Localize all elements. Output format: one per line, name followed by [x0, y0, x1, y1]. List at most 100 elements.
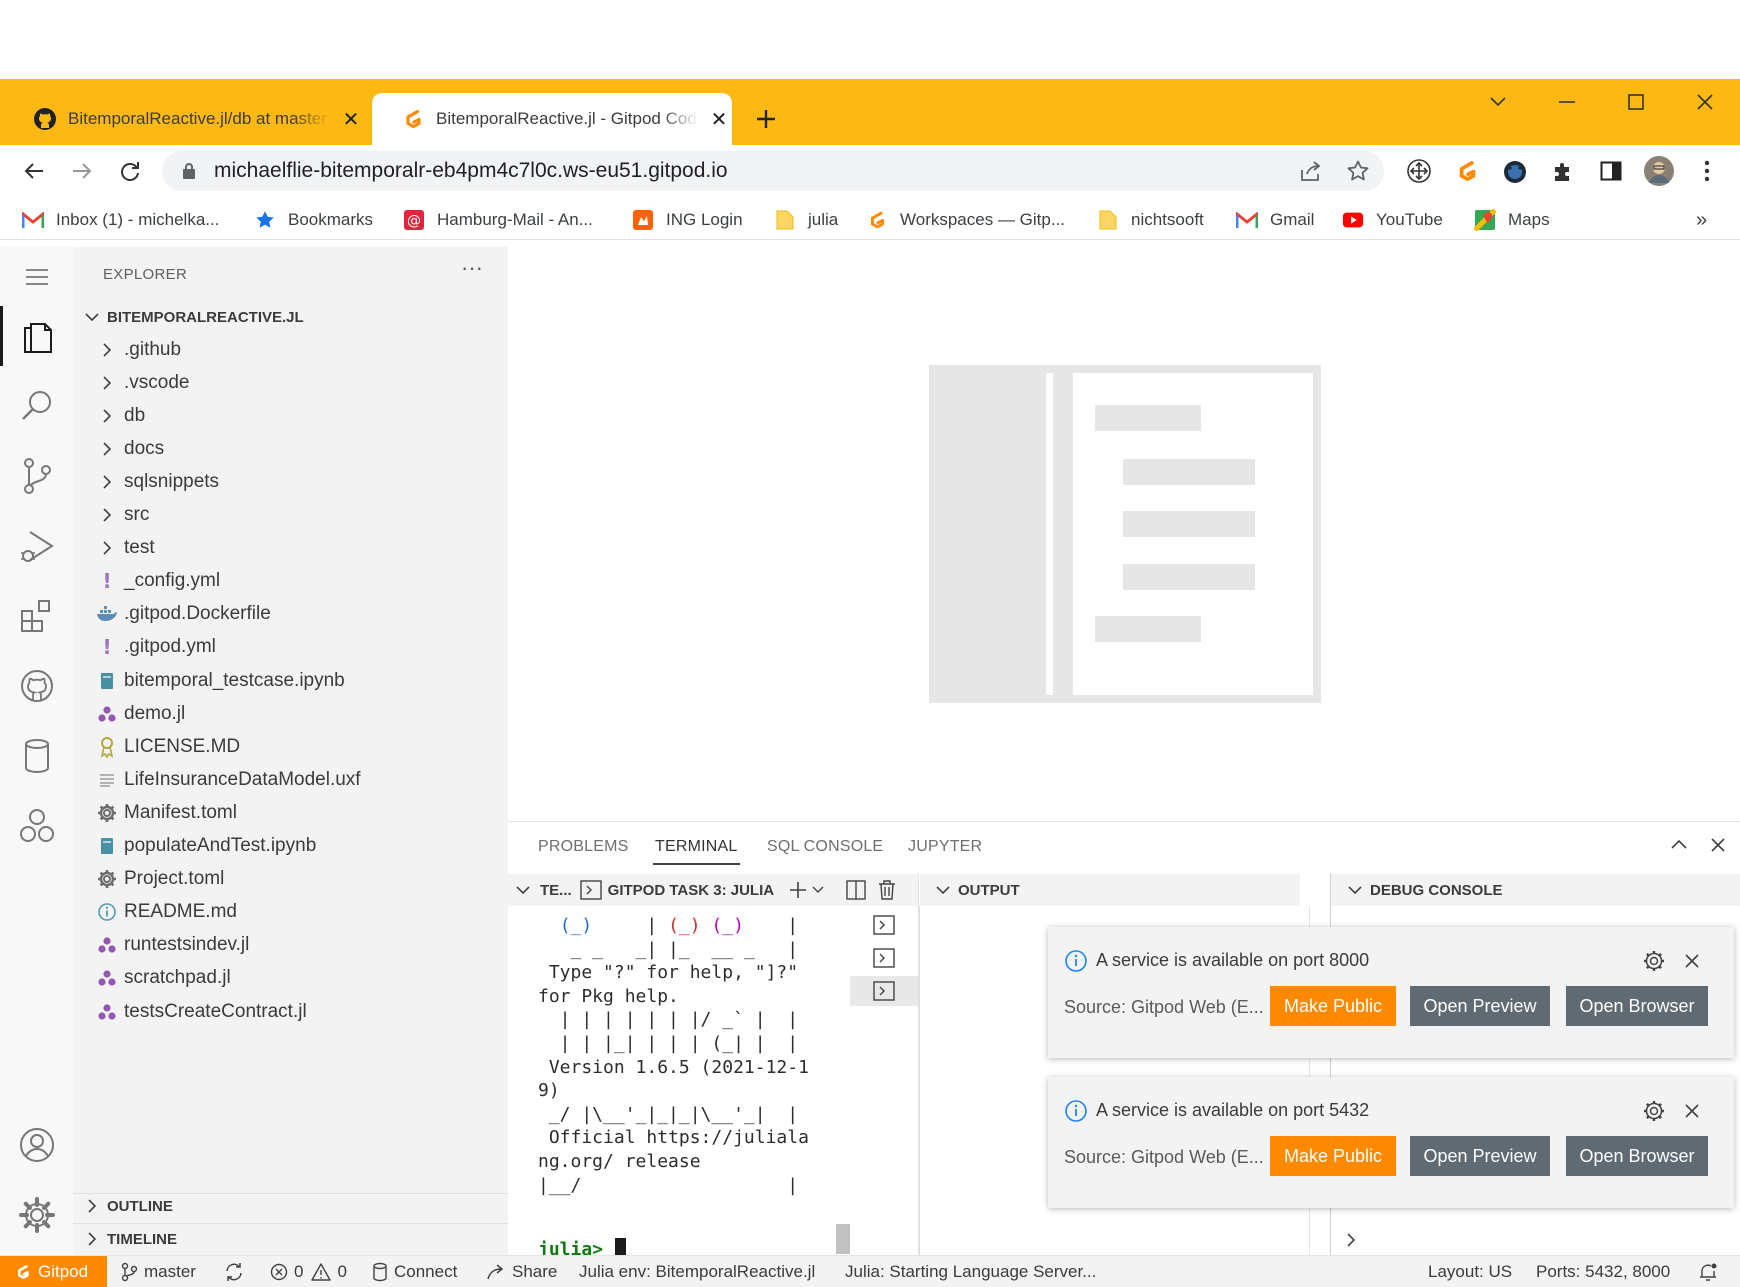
chevron-down-icon[interactable]	[516, 885, 536, 895]
forward-button[interactable]	[64, 153, 100, 189]
browser-tab-gitpod[interactable]: BitemporalReactive.jl - Gitpod Code ✕	[372, 93, 732, 145]
activity-extensions[interactable]	[0, 586, 73, 646]
dark-reader-icon[interactable]	[1499, 155, 1531, 187]
profile-avatar-icon[interactable]	[1643, 155, 1675, 187]
tree-folder[interactable]: sqlsnippets	[73, 465, 508, 498]
maximize-button[interactable]	[1618, 88, 1654, 116]
tree-file[interactable]: Project.toml	[73, 863, 508, 896]
outline-section-header[interactable]: OUTLINE	[73, 1191, 508, 1221]
bookmark-julia[interactable]: julia	[774, 207, 838, 233]
ports-status[interactable]: Ports: 5432, 8000	[1536, 1256, 1670, 1287]
sync-button[interactable]	[224, 1256, 250, 1287]
make-public-button[interactable]: Make Public	[1270, 986, 1396, 1026]
tree-folder[interactable]: .github	[73, 333, 508, 366]
close-window-button[interactable]	[1687, 88, 1723, 116]
terminal-task-label[interactable]: GITPOD TASK 3: JULIA	[608, 882, 774, 899]
back-button[interactable]	[16, 153, 52, 189]
timeline-section-header[interactable]: TIMELINE	[73, 1224, 508, 1254]
close-panel-button[interactable]	[1710, 837, 1726, 853]
minimize-button[interactable]	[1549, 88, 1585, 116]
tree-folder[interactable]: docs	[73, 432, 508, 465]
bookmark-youtube[interactable]: YouTube	[1342, 207, 1443, 233]
open-browser-button[interactable]: Open Browser	[1566, 1136, 1708, 1176]
activity-search[interactable]	[0, 376, 73, 436]
branch-status[interactable]: master	[120, 1256, 196, 1287]
browser-tab-github[interactable]: BitemporalReactive.jl/db at master ✕	[4, 93, 364, 145]
problems-status[interactable]: 0 0	[270, 1256, 347, 1287]
bookmark-nichtsooft[interactable]: nichtsooft	[1097, 207, 1204, 233]
activity-database[interactable]	[0, 726, 73, 786]
workspace-root-header[interactable]: BITEMPORALREACTIVE.JL	[73, 302, 508, 332]
bookmarks-overflow-button[interactable]: »	[1696, 207, 1707, 233]
close-tab-icon[interactable]: ✕	[708, 108, 730, 131]
extensions-puzzle-icon[interactable]	[1547, 155, 1579, 187]
menu-button[interactable]	[0, 247, 73, 307]
terminal-list-item[interactable]	[850, 943, 918, 973]
bookmark-bookmarks[interactable]: Bookmarks	[254, 207, 373, 233]
gitpod-extension-icon[interactable]	[1451, 155, 1483, 187]
tree-file[interactable]: testsCreateContract.jl	[73, 995, 508, 1028]
tree-file[interactable]: ! .gitpod.yml	[73, 631, 508, 664]
more-actions-button[interactable]: ···	[461, 255, 483, 281]
tree-folder[interactable]: test	[73, 532, 508, 565]
menu-kebab-icon[interactable]	[1691, 155, 1723, 187]
open-browser-button[interactable]: Open Browser	[1566, 986, 1708, 1026]
tab-problems[interactable]: PROBLEMS	[538, 838, 629, 856]
split-terminal-icon[interactable]	[846, 880, 866, 900]
reload-button[interactable]	[112, 153, 148, 189]
editor-area[interactable]	[508, 247, 1740, 821]
notifications-button[interactable]	[1698, 1256, 1724, 1287]
bookmark-maps[interactable]: Maps	[1474, 207, 1550, 233]
chevron-down-icon[interactable]	[1348, 885, 1370, 895]
tab-search-button[interactable]	[1480, 88, 1516, 116]
keyboard-layout-status[interactable]: Layout: US	[1428, 1256, 1512, 1287]
activity-manage[interactable]	[0, 1185, 73, 1245]
debug-console-expand-icon[interactable]	[1346, 1232, 1356, 1248]
trash-icon[interactable]	[878, 880, 896, 900]
tree-folder[interactable]: db	[73, 399, 508, 432]
open-preview-button[interactable]: Open Preview	[1410, 1136, 1550, 1176]
tree-file[interactable]: scratchpad.jl	[73, 962, 508, 995]
chevron-down-icon[interactable]	[936, 885, 958, 895]
bookmark-inbox[interactable]: Inbox (1) - michelka...	[22, 207, 219, 233]
new-terminal-plus-icon[interactable]	[788, 880, 808, 900]
gear-icon[interactable]	[1642, 1099, 1666, 1123]
tab-sql-console[interactable]: SQL CONSOLE	[767, 838, 883, 856]
make-public-button[interactable]: Make Public	[1270, 1136, 1396, 1176]
chevron-down-icon[interactable]	[812, 886, 824, 894]
gear-icon[interactable]	[1642, 949, 1666, 973]
tree-file[interactable]: runtestsindev.jl	[73, 929, 508, 962]
tree-folder[interactable]: src	[73, 499, 508, 532]
tree-file[interactable]: ! _config.yml	[73, 565, 508, 598]
connect-button[interactable]: Connect	[372, 1256, 457, 1287]
activity-run-debug[interactable]	[0, 516, 73, 576]
close-notification-button[interactable]	[1684, 953, 1700, 969]
bookmark-star-icon[interactable]	[1346, 159, 1370, 183]
terminal-output[interactable]: (_) | (_) (_) | _ _ _| |_ __ _ | Type "?…	[538, 914, 840, 1244]
bookmark-workspaces[interactable]: Workspaces — Gitp...	[866, 207, 1065, 233]
activity-source-control[interactable]	[0, 446, 73, 506]
open-preview-button[interactable]: Open Preview	[1410, 986, 1550, 1026]
tree-file[interactable]: bitemporal_testcase.ipynb	[73, 664, 508, 697]
julia-env-status[interactable]: Julia env: BitemporalReactive.jl	[579, 1256, 815, 1287]
tree-file[interactable]: Manifest.toml	[73, 796, 508, 829]
activity-accounts[interactable]	[0, 1115, 73, 1175]
tab-terminal[interactable]: TERMINAL	[653, 838, 739, 865]
tree-file[interactable]: README.md	[73, 896, 508, 929]
bookmark-ing-login[interactable]: ING Login	[632, 207, 743, 233]
tab-jupyter[interactable]: JUPYTER	[908, 838, 982, 856]
tree-folder[interactable]: .vscode	[73, 366, 508, 399]
gitpod-status-button[interactable]: Gitpod	[0, 1256, 107, 1287]
share-icon[interactable]	[1298, 160, 1322, 182]
tree-file[interactable]: demo.jl	[73, 697, 508, 730]
maximize-panel-button[interactable]	[1670, 838, 1688, 850]
terminal-scrollbar[interactable]	[836, 1224, 850, 1254]
terminal-list-item-active[interactable]	[850, 976, 918, 1006]
address-bar[interactable]: michaelflie-bitemporalr-eb4pm4c7l0c.ws-e…	[162, 151, 1384, 191]
extension-move-icon[interactable]	[1403, 155, 1435, 187]
activity-github[interactable]	[0, 656, 73, 716]
close-tab-icon[interactable]: ✕	[340, 108, 362, 131]
tree-file[interactable]: populateAndTest.ipynb	[73, 830, 508, 863]
share-button[interactable]: Share	[486, 1256, 557, 1287]
new-tab-button[interactable]	[748, 101, 784, 137]
